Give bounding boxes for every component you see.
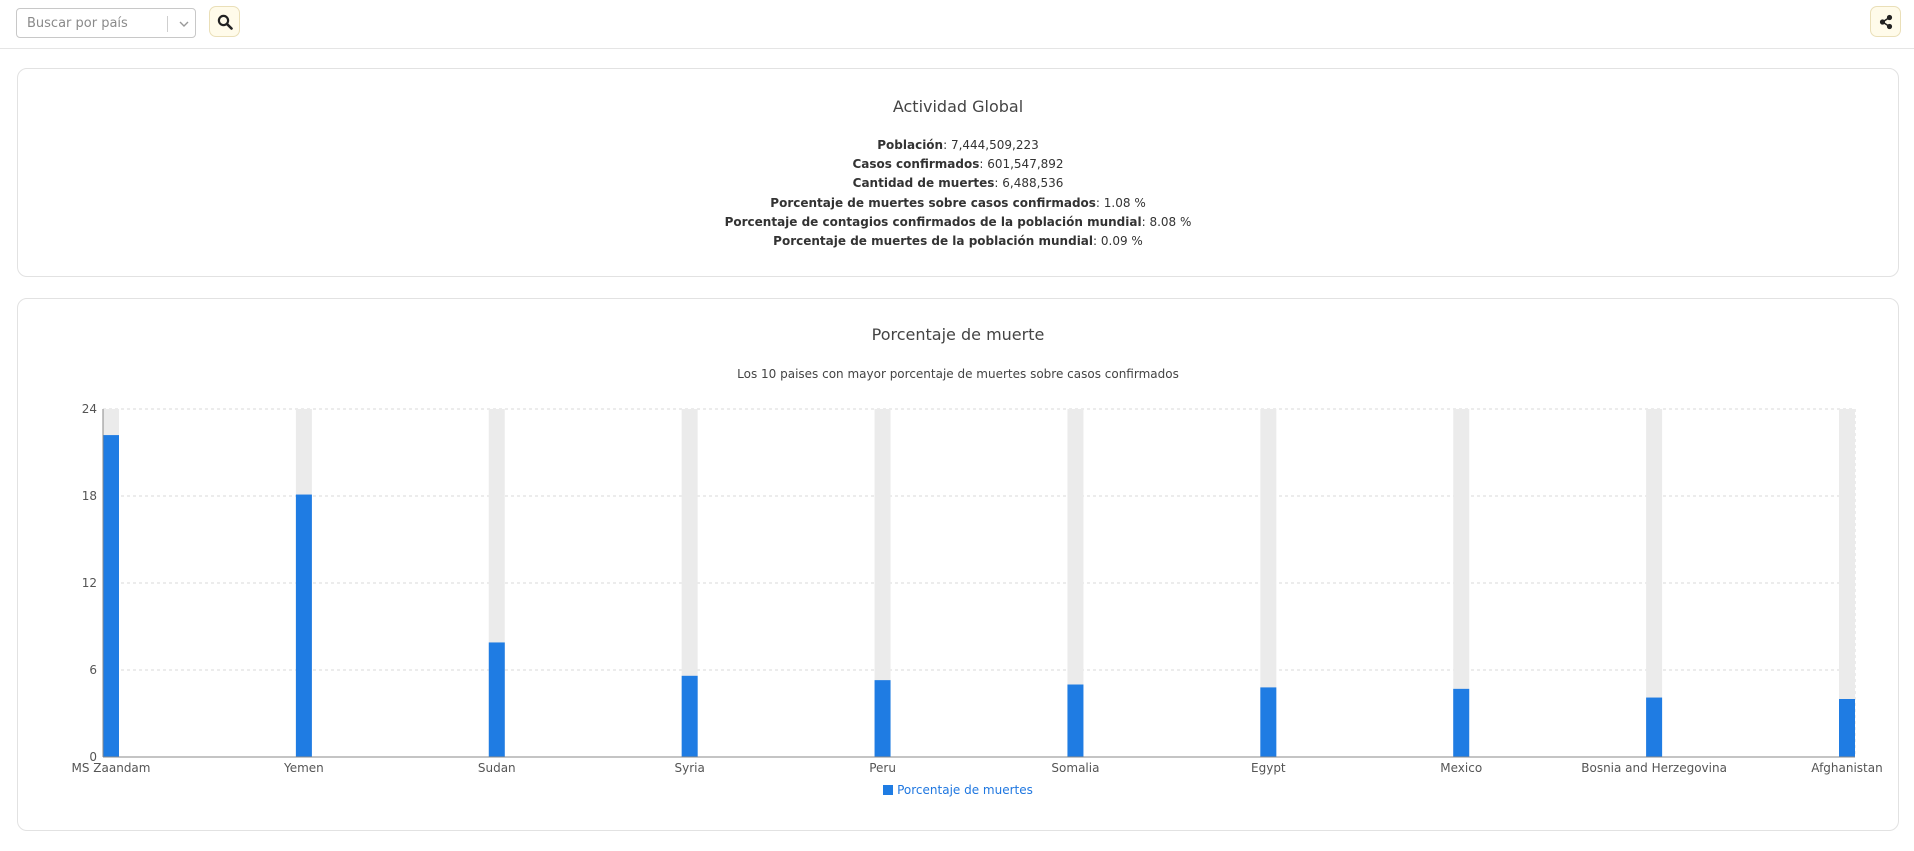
stat-poblacion: Población: 7,444,509,223 [877,138,1039,152]
global-activity-title: Actividad Global [892,97,1024,116]
bar [1453,688,1470,757]
y-tick-label: 18 [82,489,97,503]
x-tick-label: Egypt [1251,761,1286,775]
x-tick-label: Syria [674,761,704,775]
country-search-placeholder: Buscar por país [27,16,128,31]
y-tick-label: 6 [89,663,97,677]
mortality-bar-chart: 06121824MS Zaandam Yemen Sudan Syria Peru Som… [72,402,1883,775]
chevron-down-icon[interactable] [174,14,194,34]
x-tick-label: Yemen [283,761,324,775]
bar [103,435,119,757]
stat-pct-muertes-casos: Porcentaje de muertes sobre casos confir… [770,195,1146,210]
bar [1839,699,1855,757]
bar [1260,687,1277,757]
y-tick-label: 12 [82,576,97,590]
share-button[interactable] [1870,6,1901,37]
x-tick-label: Peru [869,761,896,775]
bar [488,642,505,757]
bar [1646,697,1663,757]
country-search-select[interactable]: Buscar por país [16,8,196,38]
stat-casos-confirmados: Casos confirmados: 601,547,892 [852,157,1064,172]
mortality-chart-card: Porcentaje de muerte Los 10 paises con m… [17,298,1899,831]
bar [295,494,312,757]
stat-pct-contagios-poblacion: Porcentaje de contagios confirmados de l… [724,214,1192,229]
stat-cantidad-muertes: Cantidad de muertes: 6,488,536 [852,176,1064,191]
search-icon [217,14,233,30]
x-tick-label: MS Zaandam [72,761,151,775]
x-tick-label: Mexico [1440,761,1482,775]
search-button[interactable] [209,6,240,37]
share-icon [1879,14,1893,30]
global-stats-list: Población: 7,444,509,223 Casos confirmad… [18,136,1898,251]
x-tick-label: Somalia [1051,761,1099,775]
bar [1067,684,1084,757]
x-tick-label: Afghanistan [1811,761,1882,775]
stat-pct-muertes-poblacion: Porcentaje de muertes de la población mu… [773,234,1143,249]
bar [874,680,891,757]
select-separator [167,16,168,32]
bar [681,675,698,757]
x-tick-label: Bosnia and Herzegovina [1581,761,1727,775]
top-toolbar: Buscar por país [0,0,1914,49]
y-tick-label: 24 [82,402,97,416]
chart-legend[interactable]: Porcentaje de muertes [18,783,1898,797]
legend-label: Porcentaje de muertes [897,783,1033,797]
legend-swatch [883,785,894,795]
x-tick-label: Sudan [478,761,516,775]
global-activity-card: Actividad Global Población: 7,444,509,22… [17,68,1899,277]
